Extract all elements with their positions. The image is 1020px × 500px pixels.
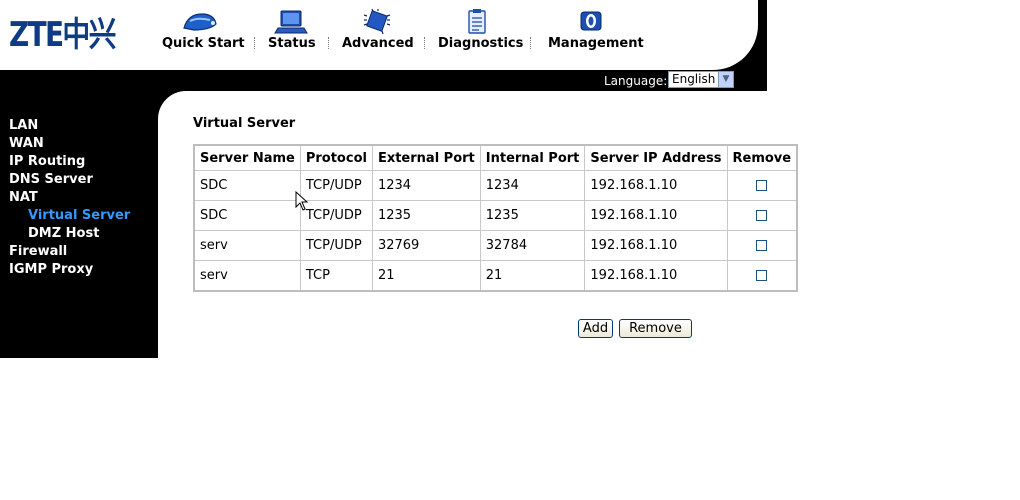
quick-start-icon bbox=[183, 13, 217, 31]
table-row: SDC TCP/UDP 1234 1234 192.168.1.10 bbox=[193, 170, 798, 201]
sidebar-item-nat[interactable]: NAT bbox=[9, 189, 130, 207]
sidebar-item-dmz-host[interactable]: DMZ Host bbox=[9, 225, 130, 243]
nav-divider bbox=[328, 37, 330, 49]
advanced-chip-icon bbox=[363, 8, 391, 35]
diagnostics-clipboard-icon bbox=[468, 9, 486, 34]
language-label: Language: bbox=[604, 74, 668, 88]
management-icon bbox=[580, 11, 602, 31]
protocol-cell: TCP/UDP bbox=[299, 170, 373, 201]
remove-cell bbox=[726, 170, 798, 201]
remove-cell bbox=[726, 200, 798, 231]
nav-divider bbox=[254, 37, 256, 49]
external-port-cell: 1234 bbox=[371, 170, 481, 201]
language-selected-value: English bbox=[672, 72, 716, 86]
server-name-cell: SDC bbox=[193, 170, 301, 201]
remove-cell bbox=[726, 260, 798, 292]
sidebar-item-igmp-proxy[interactable]: IGMP Proxy bbox=[9, 261, 130, 279]
column-header: Protocol bbox=[299, 144, 373, 171]
external-port-cell: 1235 bbox=[371, 200, 481, 231]
server-ip-cell: 192.168.1.10 bbox=[584, 260, 728, 292]
nav-management-label: Management bbox=[548, 36, 644, 51]
protocol-cell: TCP/UDP bbox=[299, 230, 373, 261]
server-name-cell: SDC bbox=[193, 200, 301, 231]
nav-advanced-label: Advanced bbox=[342, 36, 414, 51]
nav-advanced[interactable]: Advanced bbox=[342, 8, 414, 51]
router-admin-frame: ZTE中兴 Quick Start Status Advanced Diagno… bbox=[0, 0, 799, 358]
nav-divider bbox=[424, 37, 426, 49]
sidebar-item-lan[interactable]: LAN bbox=[9, 117, 130, 135]
remove-checkbox[interactable] bbox=[756, 210, 768, 221]
zte-logo: ZTE中兴 bbox=[9, 16, 138, 54]
protocol-cell: TCP/UDP bbox=[299, 200, 373, 231]
language-bar: Language: English ▼ bbox=[0, 70, 767, 91]
remove-cell bbox=[726, 230, 798, 261]
remove-checkbox[interactable] bbox=[756, 180, 768, 191]
page-title: Virtual Server bbox=[193, 116, 296, 131]
add-button[interactable]: Add bbox=[578, 319, 613, 338]
server-name-cell: serv bbox=[193, 230, 301, 261]
nav-status-label: Status bbox=[268, 36, 316, 51]
column-header: Remove bbox=[726, 144, 798, 171]
server-ip-cell: 192.168.1.10 bbox=[584, 200, 728, 231]
sidebar-item-virtual-server[interactable]: Virtual Server bbox=[9, 207, 130, 225]
sidebar-item-dns-server[interactable]: DNS Server bbox=[9, 171, 130, 189]
nav-quick-start[interactable]: Quick Start bbox=[162, 8, 245, 51]
nav-diagnostics[interactable]: Diagnostics bbox=[438, 8, 524, 51]
internal-port-cell: 1234 bbox=[479, 170, 586, 201]
internal-port-cell: 21 bbox=[479, 260, 586, 292]
content-corner bbox=[158, 91, 198, 131]
table-row: SDC TCP/UDP 1235 1235 192.168.1.10 bbox=[193, 200, 798, 231]
server-ip-cell: 192.168.1.10 bbox=[584, 170, 728, 201]
external-port-cell: 21 bbox=[371, 260, 481, 292]
protocol-cell: TCP bbox=[299, 260, 373, 292]
logo-text: ZTE中兴 bbox=[9, 15, 116, 55]
header-bar: ZTE中兴 Quick Start Status Advanced Diagno… bbox=[0, 0, 767, 70]
sidebar-item-ip-routing[interactable]: IP Routing bbox=[9, 153, 130, 171]
remove-checkbox[interactable] bbox=[756, 240, 768, 251]
internal-port-cell: 32784 bbox=[479, 230, 586, 261]
table-row: serv TCP/UDP 32769 32784 192.168.1.10 bbox=[193, 230, 798, 261]
server-name-cell: serv bbox=[193, 260, 301, 292]
column-header: Internal Port bbox=[479, 144, 586, 171]
nav-management[interactable]: Management bbox=[548, 8, 644, 51]
external-port-cell: 32769 bbox=[371, 230, 481, 261]
chevron-down-icon[interactable]: ▼ bbox=[718, 72, 733, 87]
nav-quick-start-label: Quick Start bbox=[162, 36, 245, 51]
column-header: Server IP Address bbox=[584, 144, 728, 171]
remove-button[interactable]: Remove bbox=[619, 319, 692, 338]
sidebar-item-wan[interactable]: WAN bbox=[9, 135, 130, 153]
virtual-server-table: Server Name Protocol External Port Inter… bbox=[193, 144, 799, 292]
nav-diagnostics-label: Diagnostics bbox=[438, 36, 524, 51]
table-header-row: Server Name Protocol External Port Inter… bbox=[193, 144, 798, 171]
internal-port-cell: 1235 bbox=[479, 200, 586, 231]
column-header: Server Name bbox=[193, 144, 301, 171]
remove-checkbox[interactable] bbox=[756, 270, 768, 281]
sidebar-menu: LAN WAN IP Routing DNS Server NAT Virtua… bbox=[9, 117, 130, 279]
sidebar: LAN WAN IP Routing DNS Server NAT Virtua… bbox=[0, 91, 158, 358]
nav-status[interactable]: Status bbox=[268, 8, 316, 51]
language-select[interactable]: English ▼ bbox=[668, 71, 734, 88]
column-header: External Port bbox=[371, 144, 481, 171]
mouse-cursor-icon bbox=[295, 191, 309, 211]
server-ip-cell: 192.168.1.10 bbox=[584, 230, 728, 261]
table-row: serv TCP 21 21 192.168.1.10 bbox=[193, 260, 798, 292]
sidebar-item-firewall[interactable]: Firewall bbox=[9, 243, 130, 261]
nav-divider bbox=[530, 37, 532, 49]
status-monitor-icon bbox=[274, 10, 308, 34]
